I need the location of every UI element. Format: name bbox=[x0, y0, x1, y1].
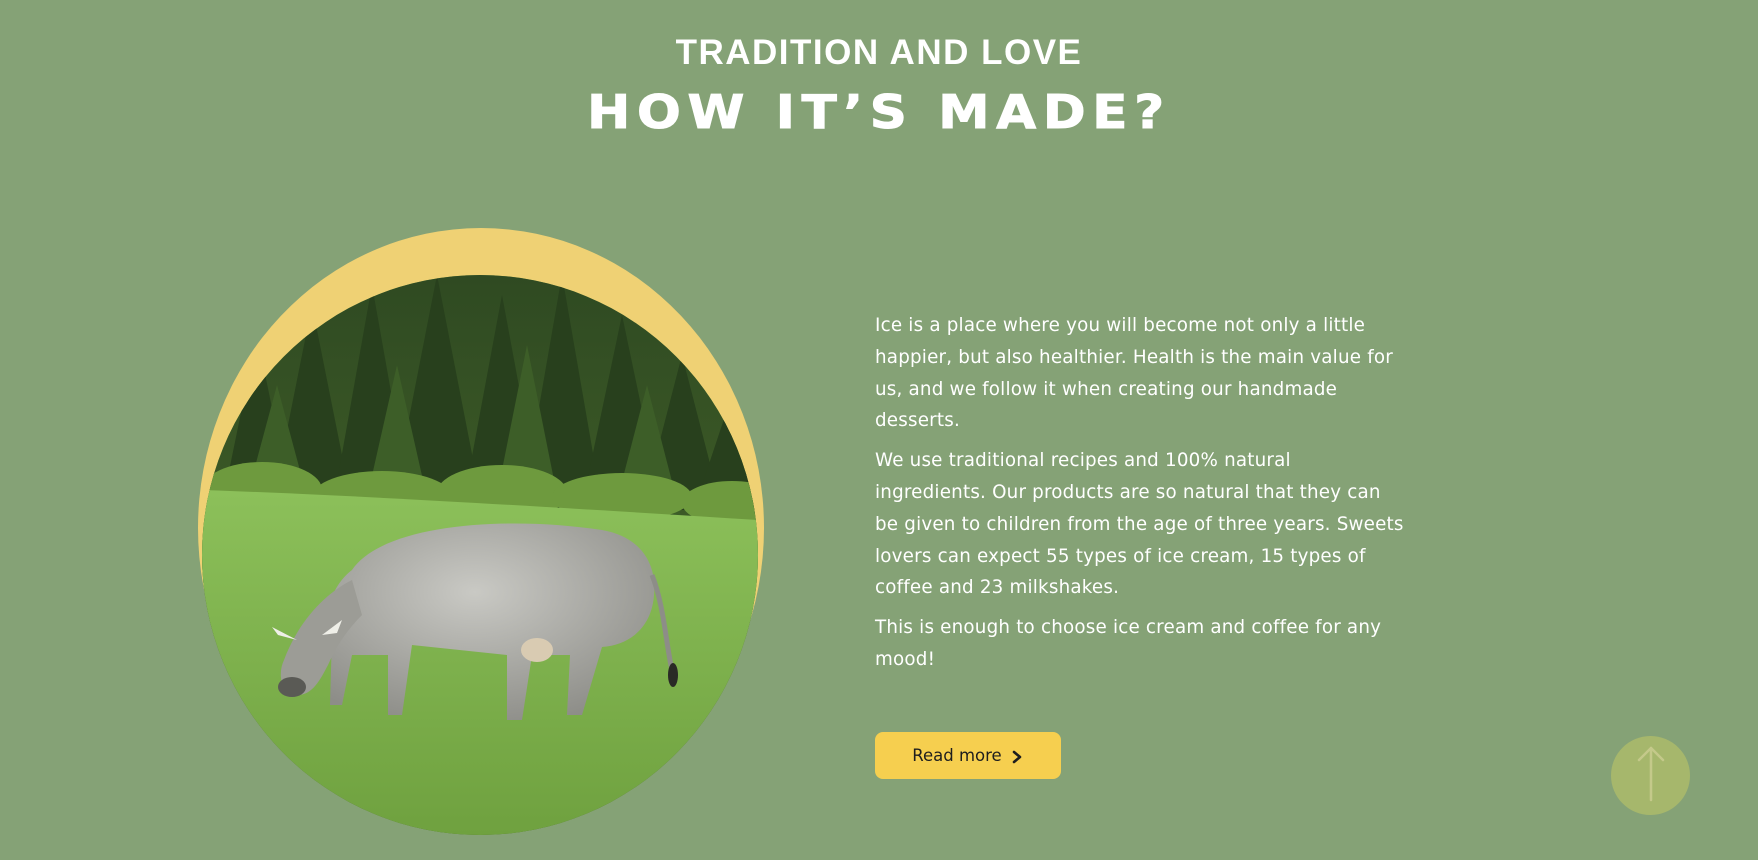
section-title: HOW IT’S MADE? bbox=[587, 85, 1171, 140]
read-more-button[interactable]: Read more bbox=[875, 732, 1061, 779]
hero-visual bbox=[196, 228, 766, 836]
cow-meadow-image bbox=[202, 275, 758, 835]
scroll-to-top-button[interactable] bbox=[1611, 736, 1690, 815]
arrow-up-icon bbox=[1636, 744, 1666, 807]
read-more-label: Read more bbox=[912, 746, 1002, 765]
intro-paragraph: Ice is a place where you will become not… bbox=[875, 315, 1393, 432]
intro-paragraph: We use traditional recipes and 100% natu… bbox=[875, 450, 1404, 599]
intro-text: Ice is a place where you will become not… bbox=[875, 310, 1405, 684]
intro-paragraph: This is enough to choose ice cream and c… bbox=[875, 617, 1382, 670]
section-kicker: TRADITION AND LOVE bbox=[675, 33, 1083, 72]
chevron-right-icon bbox=[1010, 749, 1024, 763]
